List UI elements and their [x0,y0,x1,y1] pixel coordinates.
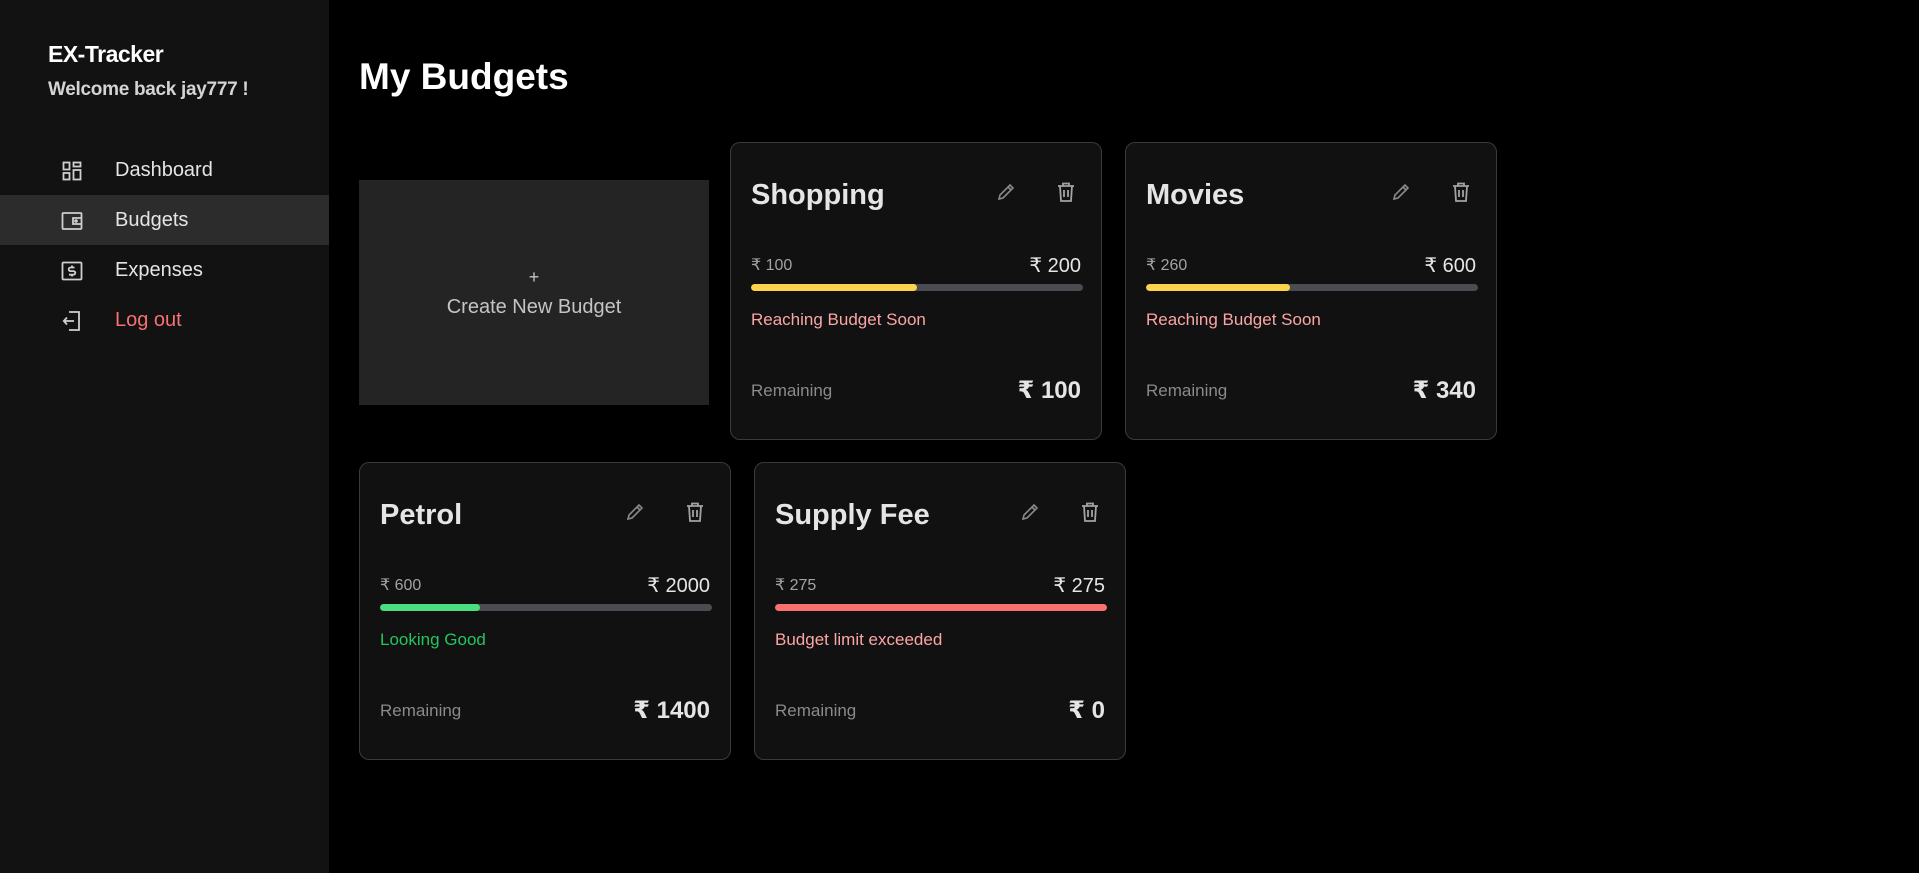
sidebar-item-dashboard[interactable]: Dashboard [0,145,329,195]
trash-icon [1056,181,1076,208]
sidebar-item-label: Log out [115,308,182,331]
logout-icon [61,310,83,332]
pencil-icon [996,182,1016,207]
delete-budget-button[interactable] [1448,181,1474,207]
plus-icon: + [528,266,540,287]
budget-total: ₹ 2000 [647,575,710,597]
budget-total: ₹ 200 [1029,255,1081,277]
budget-total: ₹ 600 [1424,255,1476,277]
welcome-message: Welcome back jay777 ! [48,79,249,100]
delete-budget-button[interactable] [1053,181,1079,207]
budget-card[interactable]: Supply Fee ₹ 275 ₹ 275 Budget limit exce… [754,462,1126,760]
sidebar-nav: Dashboard Budgets Expenses Log out [0,145,329,345]
brand-title: EX-Tracker [48,41,164,67]
budget-card[interactable]: Movies ₹ 260 ₹ 600 Reaching Budget Soon … [1125,142,1497,440]
delete-budget-button[interactable] [682,501,708,527]
budget-name: Shopping [751,179,885,211]
sidebar: EX-Tracker Welcome back jay777 ! Dashboa… [0,0,329,873]
create-budget-button[interactable]: + Create New Budget [359,180,709,405]
remaining-value: ₹ 100 [1017,377,1081,404]
budget-status: Looking Good [380,630,486,649]
remaining-label: Remaining [1146,381,1228,400]
edit-budget-button[interactable] [622,501,648,527]
budget-name: Supply Fee [775,499,930,531]
sidebar-item-label: Budgets [115,208,189,231]
budget-status: Budget limit exceeded [775,630,943,649]
trash-icon [685,501,705,528]
remaining-value: ₹ 1400 [633,697,710,724]
remaining-value: ₹ 340 [1412,377,1476,404]
pencil-icon [625,502,645,527]
sidebar-item-logout[interactable]: Log out [0,295,329,345]
budget-status: Reaching Budget Soon [1146,310,1321,329]
budget-progress-bar [380,604,712,611]
wallet-icon [61,210,83,232]
budget-spent: ₹ 275 [775,577,817,594]
budget-card[interactable]: Petrol ₹ 600 ₹ 2000 Looking Good Remaini… [359,462,731,760]
budget-progress-fill [775,604,1107,611]
dollar-receipt-icon [61,260,83,282]
pencil-icon [1391,182,1411,207]
edit-budget-button[interactable] [993,181,1019,207]
dashboard-icon [61,160,83,182]
budget-card[interactable]: Shopping ₹ 100 ₹ 200 Reaching Budget Soo… [730,142,1102,440]
budget-spent: ₹ 260 [1146,257,1188,274]
budget-status: Reaching Budget Soon [751,310,926,329]
app: EX-Tracker Welcome back jay777 ! Dashboa… [0,0,1919,873]
budget-name: Petrol [380,499,463,531]
sidebar-item-expenses[interactable]: Expenses [0,245,329,295]
sidebar-item-label: Dashboard [115,158,213,181]
budget-progress-fill [1146,284,1290,291]
trash-icon [1080,501,1100,528]
remaining-label: Remaining [751,381,833,400]
remaining-label: Remaining [775,701,857,720]
budget-spent: ₹ 600 [380,577,422,594]
budget-total: ₹ 275 [1053,575,1105,597]
page-title: My Budgets [359,56,569,97]
budget-name: Movies [1146,179,1245,211]
sidebar-item-label: Expenses [115,258,203,281]
budget-progress-bar [751,284,1083,291]
remaining-value: ₹ 0 [1068,697,1105,724]
pencil-icon [1020,502,1040,527]
remaining-label: Remaining [380,701,462,720]
trash-icon [1451,181,1471,208]
edit-budget-button[interactable] [1017,501,1043,527]
budget-progress-fill [751,284,917,291]
delete-budget-button[interactable] [1077,501,1103,527]
create-budget-label: Create New Budget [446,295,622,318]
budget-progress-bar [1146,284,1478,291]
sidebar-item-budgets[interactable]: Budgets [0,195,329,245]
budget-progress-bar [775,604,1107,611]
budget-progress-fill [380,604,480,611]
budget-spent: ₹ 100 [751,257,793,274]
edit-budget-button[interactable] [1388,181,1414,207]
